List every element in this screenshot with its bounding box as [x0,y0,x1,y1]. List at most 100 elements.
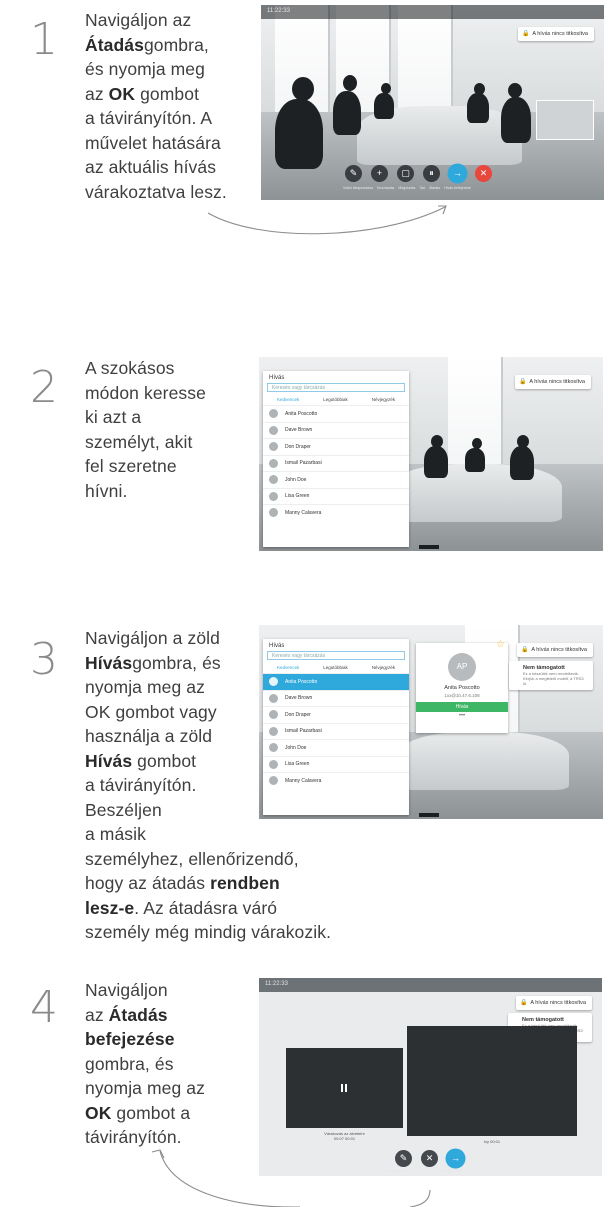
search-input[interactable]: Keresés vagy tárcsázás [267,651,405,660]
contact-name: Don Draper [285,443,311,450]
end-call-button[interactable]: ✕ [475,165,492,182]
contact-row[interactable]: John Doe [263,471,409,488]
search-input[interactable]: Keresés vagy tárcsázás [267,383,405,392]
text-run: használja a zöld [85,726,213,746]
active-call-tile [407,1026,577,1136]
tab-recents[interactable]: Legutóbbiak [323,665,348,670]
clock-readout: 11:22:33 [267,8,290,14]
notice-badge: Nem támogatott Ez a készülék nem rendelk… [509,661,593,690]
contact-name: Manny Calavera [285,777,322,784]
step-number: 2 [30,362,58,413]
avatar [269,759,278,769]
text-line: fel szeretne [85,454,245,479]
contact-row[interactable]: Lisa Green [263,755,409,773]
bold-term: Hívás [85,652,133,673]
step-number: 1 [30,14,58,65]
call-button[interactable]: Hívás [416,702,508,712]
text-run: ki azt a [85,407,142,427]
text-run: Navigáljon [85,980,168,1000]
screenshot-complete-transfer: 11:22:33 A hívás nincs titkosítva Nem tá… [259,978,602,1176]
text-line: hívni. [85,479,245,504]
encryption-badge: A hívás nincs titkosítva [517,643,593,657]
tab-favorites[interactable]: Kedvencek [277,665,299,670]
avatar [269,743,278,753]
bold-term: lesz-e [85,897,135,918]
text-line: személy még mindig várakozik. [85,920,385,945]
contact-row[interactable]: Lisa Green [263,487,409,505]
contact-row[interactable]: Manny Calavera [263,772,409,789]
clock-readout: 11:22:33 [265,981,288,987]
text-run: hogy az átadás [85,873,211,893]
contact-card-address: 1xx@10.47.6.108 [444,693,480,698]
contact-row[interactable]: Don Draper [263,706,409,723]
bold-term: befejezése [85,1029,175,1049]
text-line: az aktuális hívás [85,155,260,180]
text-run: távirányítón. [85,1127,182,1147]
video-off-button[interactable]: ✎ [345,165,362,182]
text-run: személyhez, ellenőrizendő, [85,848,299,869]
avatar [269,508,278,518]
more-icon[interactable]: ••• [416,712,508,720]
text-run: az aktuális hívás [85,157,217,177]
encryption-badge: A hívás nincs titkosítva [515,375,591,389]
text-run: a távirányítón. A [85,108,213,128]
contact-row[interactable]: Ismail Pazarbasi [263,454,409,472]
transfer-button[interactable]: → [449,165,466,182]
text-line: a távirányítón. A [85,106,260,131]
tab-directory[interactable]: Névjegyzék [372,397,395,402]
bold-term: Átadás [85,34,144,55]
text-line: A szokásos [85,356,245,381]
control-labels: Videó kikapcsolása Hozzáadás Megosztás T… [343,186,471,190]
avatar [269,491,278,501]
screenshot-search: Hívás Keresés vagy tárcsázás Kedvencek L… [259,357,603,551]
contact-name: Don Draper [285,711,311,718]
text-run: az [85,1004,109,1025]
contact-row[interactable]: Ismail Pazarbasi [263,722,409,740]
text-run: a másik [85,824,146,844]
contact-name: Dave Brown [285,695,313,702]
avatar [269,458,278,468]
pointer-arrow [151,1149,431,1207]
contact-row[interactable]: Dave Brown [263,689,409,707]
contact-row[interactable]: John Doe [263,739,409,756]
hold-button[interactable]: ⏸ [423,165,440,182]
avatar [269,710,278,720]
text-line: az OK gombot [85,82,260,107]
contact-name: Ismail Pazarbasi [285,728,322,735]
star-icon[interactable]: ☆ [496,639,505,650]
contact-row[interactable]: Anita Poscotto [263,405,409,422]
text-run: művelet hatására [85,132,221,153]
avatar: AP [448,653,476,681]
contact-row[interactable]: Don Draper [263,438,409,455]
avatar [269,425,278,435]
tab-favorites[interactable]: Kedvencek [277,397,299,402]
on-hold-tile [286,1048,403,1128]
contact-row[interactable]: Manny Calavera [263,504,409,521]
control-label: Hozzáadás [376,186,395,190]
contact-name: Manny Calavera [285,509,322,516]
text-line: személyhez, ellenőrizendő, [85,847,385,872]
contact-row[interactable]: Dave Brown [263,421,409,439]
text-line: OK gombot a [85,1101,245,1126]
panel-title: Hívás [269,643,285,649]
text-run: . Az átadásra váró [134,897,278,918]
tab-recents[interactable]: Legutóbbiak [323,397,348,402]
step-number: 3 [30,634,58,685]
tab-directory[interactable]: Névjegyzék [372,665,395,670]
step-text: A szokásos módon keresse ki azt a személyt,… [85,356,245,503]
avatar [269,475,278,485]
text-run: személy még mindig várakozik. [85,922,332,942]
text-run: OK gombot vagy [85,701,217,722]
add-button[interactable]: + [371,165,388,182]
screenshot-hold: 11:22:33 A hívás nincs titkosítva ✎ + ▢ … [261,5,604,200]
text-line: a másik [85,822,385,847]
self-view [536,100,594,140]
panel-title: Hívás [269,375,285,381]
share-button[interactable]: ▢ [397,165,414,182]
notice-text: Ez a készülék nem rendelkezik. Kérjük a … [523,671,584,686]
text-run: fel szeretne [85,456,177,476]
text-run: gombra, és [132,652,221,673]
bold-term: Átadás [108,1004,168,1025]
contact-row-selected[interactable]: Anita Poscotto [263,673,409,690]
text-line: befejezése [85,1027,245,1052]
